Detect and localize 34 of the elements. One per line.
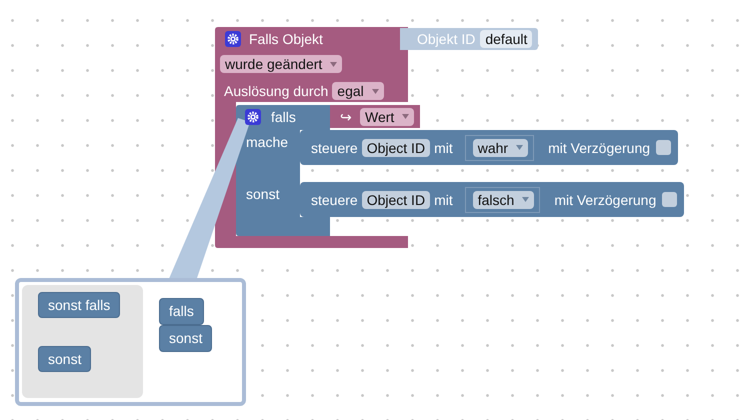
block-label: mit xyxy=(434,138,453,156)
dropdown[interactable]: falsch xyxy=(472,190,534,208)
block-label: falls xyxy=(271,108,296,126)
gear-icon[interactable] xyxy=(245,109,261,125)
block-label: mit Verzögerung xyxy=(554,190,656,208)
dropdown[interactable]: Wert xyxy=(360,108,414,126)
mutator-block[interactable]: falls xyxy=(159,298,204,325)
arrow-symbol: ↪ xyxy=(340,108,352,126)
block-label: mache xyxy=(246,133,288,151)
mutator-block[interactable]: sonst xyxy=(38,346,92,372)
caret-icon xyxy=(372,88,379,94)
dropdown[interactable]: wahr xyxy=(472,138,528,156)
block-label: sonst xyxy=(246,185,280,203)
block-label: Objekt ID xyxy=(417,30,476,48)
mutator-block[interactable]: sonst falls xyxy=(38,292,120,318)
text-field[interactable]: default xyxy=(480,30,532,48)
mutator-block[interactable]: sonst xyxy=(159,325,212,352)
dropdown[interactable]: egal xyxy=(332,82,384,100)
checkbox[interactable] xyxy=(662,192,678,207)
checkbox[interactable] xyxy=(656,140,672,155)
caret-icon xyxy=(330,62,338,66)
text-field[interactable]: Object ID xyxy=(362,138,430,156)
caret-icon xyxy=(402,114,410,119)
block-label: steuere xyxy=(311,138,358,156)
text-field[interactable]: Object ID xyxy=(362,190,430,208)
block-label: Auslösung durch xyxy=(224,82,328,100)
gear-icon[interactable] xyxy=(225,31,241,47)
block-label: mit Verzögerung xyxy=(548,138,650,156)
caret-icon xyxy=(522,197,530,202)
block-label: steuere xyxy=(311,190,358,208)
dropdown[interactable]: wurde geändert xyxy=(220,55,342,73)
block-label: mit xyxy=(434,190,453,208)
block-label: Falls Objekt xyxy=(249,30,323,48)
caret-icon xyxy=(516,145,524,150)
